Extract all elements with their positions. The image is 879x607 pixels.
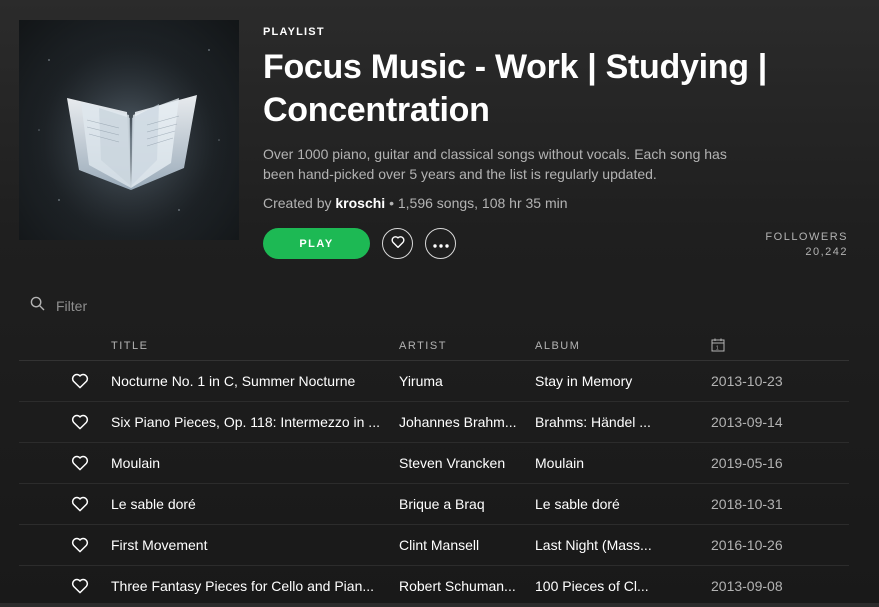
playlist-title: Focus Music - Work | Studying | Concentr…: [263, 48, 768, 129]
table-row[interactable]: Moulain Steven Vrancken Moulain 2019-05-…: [19, 443, 849, 484]
heart-icon[interactable]: [71, 577, 89, 595]
table-row[interactable]: First Movement Clint Mansell Last Night …: [19, 525, 849, 566]
track-date-added: 2019-05-16: [711, 455, 783, 471]
track-date-added: 2013-10-23: [711, 373, 783, 389]
playlist-cover-image: [19, 20, 239, 240]
action-bar: PLAY: [263, 228, 456, 259]
track-album[interactable]: Last Night (Mass...: [535, 537, 659, 553]
heart-icon[interactable]: [71, 413, 89, 431]
track-date-added: 2018-10-31: [711, 496, 783, 512]
filter-input[interactable]: [54, 297, 258, 315]
heart-icon[interactable]: [71, 372, 89, 390]
playlist-meta: Created by kroschi • 1,596 songs, 108 hr…: [263, 195, 783, 211]
track-title[interactable]: Three Fantasy Pieces for Cello and Pian.…: [111, 578, 387, 594]
table-header: TITLE ARTIST ALBUM 1: [19, 332, 849, 361]
track-date-added: 2013-09-14: [711, 414, 783, 430]
table-row[interactable]: Six Piano Pieces, Op. 118: Intermezzo in…: [19, 402, 849, 443]
owner-link[interactable]: kroschi: [335, 195, 385, 211]
ellipsis-icon: [432, 235, 449, 253]
filter-bar: [30, 296, 258, 316]
track-title[interactable]: Nocturne No. 1 in C, Summer Nocturne: [111, 373, 387, 389]
play-button[interactable]: PLAY: [263, 228, 370, 259]
svg-text:1: 1: [716, 346, 721, 352]
track-artist[interactable]: Brique a Braq: [399, 496, 523, 512]
track-table: TITLE ARTIST ALBUM 1 Nocturne No. 1 in C…: [19, 332, 849, 607]
heart-icon: [391, 235, 405, 253]
calendar-icon[interactable]: 1: [711, 338, 725, 355]
column-header-artist[interactable]: ARTIST: [399, 340, 447, 352]
more-options-button[interactable]: [425, 228, 456, 259]
track-artist[interactable]: Clint Mansell: [399, 537, 523, 553]
playlist-header: PLAYLIST Focus Music - Work | Studying |…: [263, 26, 783, 211]
followers-label: FOLLOWERS: [765, 231, 848, 243]
playlist-type-label: PLAYLIST: [263, 26, 325, 38]
table-row[interactable]: Le sable doré Brique a Braq Le sable dor…: [19, 484, 849, 525]
search-icon: [30, 296, 45, 316]
track-album[interactable]: Brahms: Händel ...: [535, 414, 659, 430]
column-header-album[interactable]: ALBUM: [535, 340, 580, 352]
track-artist[interactable]: Steven Vrancken: [399, 455, 523, 471]
followers-count: 20,242: [805, 246, 848, 258]
playlist-description: Over 1000 piano, guitar and classical so…: [263, 146, 727, 182]
track-album[interactable]: Stay in Memory: [535, 373, 659, 389]
track-title[interactable]: Six Piano Pieces, Op. 118: Intermezzo in…: [111, 414, 387, 430]
heart-icon[interactable]: [71, 536, 89, 554]
heart-icon[interactable]: [71, 495, 89, 513]
table-row[interactable]: Three Fantasy Pieces for Cello and Pian.…: [19, 566, 849, 607]
like-button[interactable]: [382, 228, 413, 259]
track-date-added: 2013-09-08: [711, 578, 783, 594]
track-title[interactable]: First Movement: [111, 537, 387, 553]
followers-block: FOLLOWERS 20,242: [765, 231, 848, 258]
track-title[interactable]: Le sable doré: [111, 496, 387, 512]
track-album[interactable]: 100 Pieces of Cl...: [535, 578, 659, 594]
track-album[interactable]: Moulain: [535, 455, 659, 471]
track-artist[interactable]: Yiruma: [399, 373, 523, 389]
track-artist[interactable]: Johannes Brahm...: [399, 414, 523, 430]
heart-icon[interactable]: [71, 454, 89, 472]
playlist-stats: • 1,596 songs, 108 hr 35 min: [385, 195, 568, 211]
track-title[interactable]: Moulain: [111, 455, 387, 471]
track-date-added: 2016-10-26: [711, 537, 783, 553]
track-album[interactable]: Le sable doré: [535, 496, 659, 512]
track-artist[interactable]: Robert Schuman...: [399, 578, 523, 594]
table-row[interactable]: Nocturne No. 1 in C, Summer Nocturne Yir…: [19, 361, 849, 402]
created-by-label: Created by: [263, 195, 332, 211]
column-header-title[interactable]: TITLE: [111, 340, 148, 352]
